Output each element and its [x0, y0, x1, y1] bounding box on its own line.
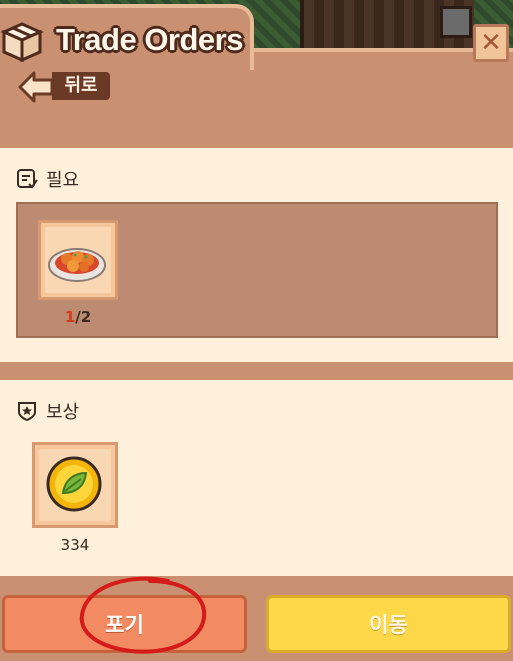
dish-icon	[48, 248, 106, 282]
requirements-card: 필요 1/2	[0, 148, 513, 362]
badge-star-icon	[18, 402, 36, 422]
reward-item-slot[interactable]	[32, 442, 118, 528]
rewards-label: 보상	[46, 402, 80, 423]
requirements-list: 1/2	[16, 202, 498, 338]
give-up-button[interactable]: 포기	[2, 595, 247, 653]
page-title: Trade Orders	[56, 22, 243, 57]
required-item-slot[interactable]	[38, 220, 118, 300]
rewards-card: 보상 334	[0, 380, 513, 576]
leaf-coin-icon	[46, 456, 102, 512]
background-window	[440, 6, 472, 38]
give-up-label: 포기	[105, 613, 144, 637]
requirements-header: 필요	[16, 166, 79, 192]
move-button[interactable]: 이동	[266, 595, 511, 653]
rewards-header: 보상	[16, 398, 79, 424]
title-tab: Trade Orders	[0, 4, 254, 70]
required-item-count: 1/2	[38, 308, 118, 326]
move-label: 이동	[369, 613, 408, 637]
reward-item-amount: 334	[60, 536, 90, 554]
required-item-need: /2	[75, 308, 92, 326]
requirements-label: 필요	[46, 170, 80, 191]
arrow-left-icon	[18, 71, 54, 103]
slot-background	[45, 227, 111, 293]
package-icon	[0, 22, 44, 63]
slot-background	[39, 449, 111, 521]
close-icon: ✕	[480, 28, 502, 58]
close-button[interactable]: ✕	[473, 24, 509, 62]
back-button[interactable]: 뒤로	[18, 70, 112, 104]
back-label: 뒤로	[52, 72, 110, 100]
required-item-have: 1	[64, 308, 76, 326]
checklist-icon	[17, 169, 38, 189]
